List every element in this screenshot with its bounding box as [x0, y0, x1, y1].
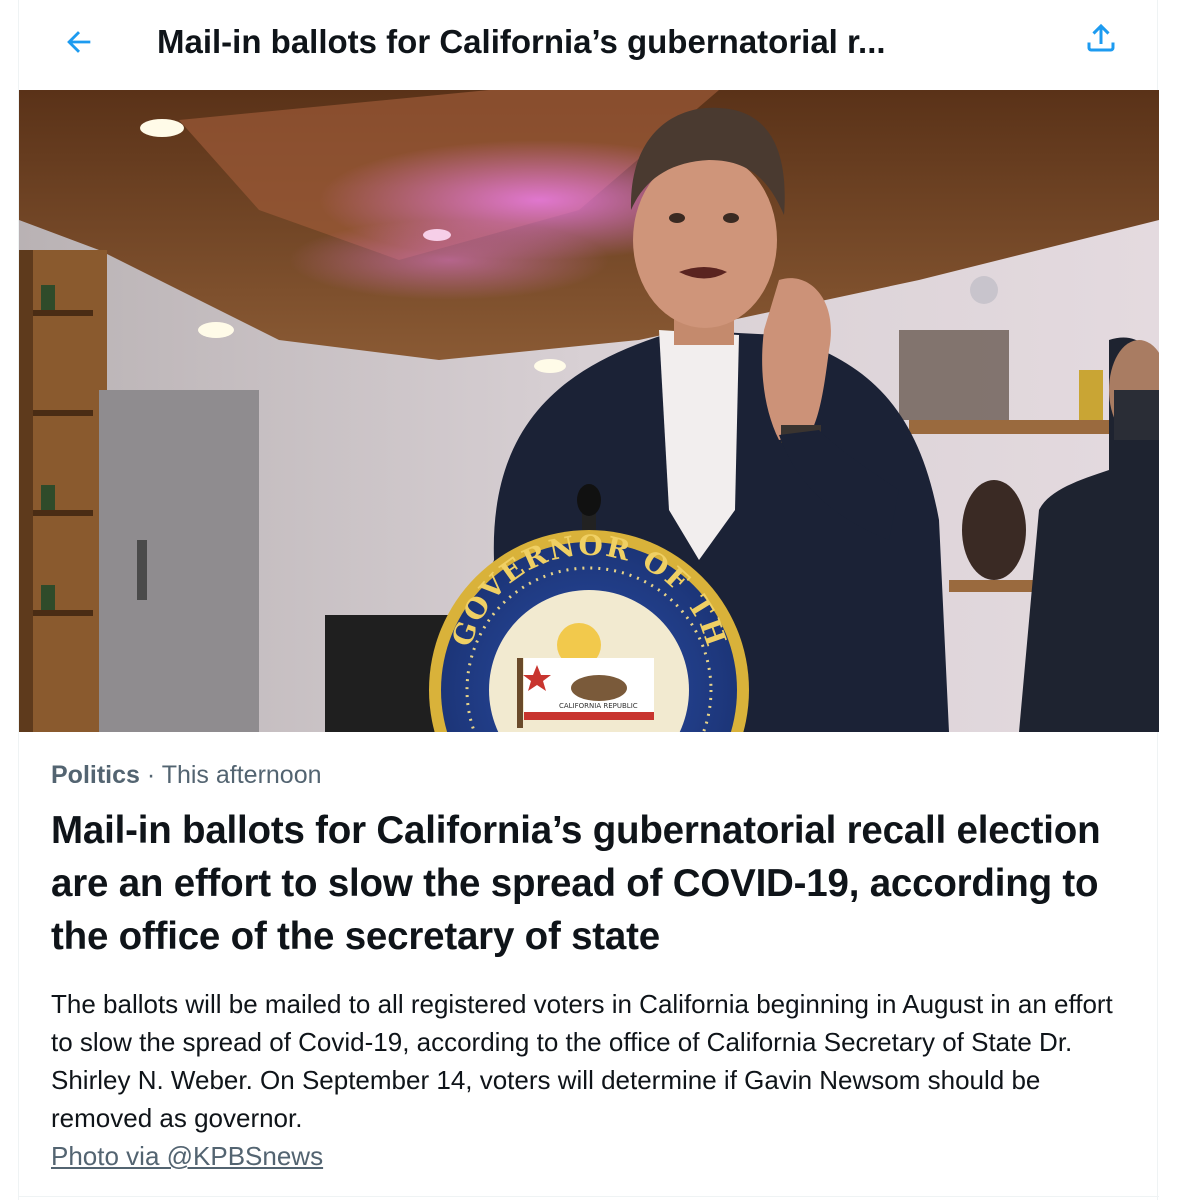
article-meta: Politics · This afternoon [51, 758, 322, 792]
article-photo[interactable]: GOVERNOR OF THE STATE OF CALIFORNIA CALI… [19, 90, 1159, 732]
flag-text: CALIFORNIA REPUBLIC [559, 702, 638, 710]
photo-credit-link[interactable]: Photo via @KPBSnews [51, 1137, 323, 1175]
share-button[interactable] [1079, 18, 1123, 62]
divider [19, 1196, 1159, 1197]
timestamp: This afternoon [161, 761, 322, 789]
meta-separator: · [146, 761, 156, 789]
share-upload-icon [1083, 20, 1119, 61]
article-headline: Mail-in ballots for California’s guberna… [51, 809, 1101, 958]
article-summary: The ballots will be mailed to all regist… [51, 989, 1113, 1133]
top-bar: Mail-in ballots for California’s guberna… [19, 0, 1159, 90]
back-button[interactable] [57, 22, 101, 66]
category-label: Politics [51, 761, 140, 789]
moment-card: Mail-in ballots for California’s guberna… [18, 0, 1159, 1200]
header-title: Mail-in ballots for California’s guberna… [157, 23, 886, 60]
arrow-left-icon [62, 25, 96, 64]
